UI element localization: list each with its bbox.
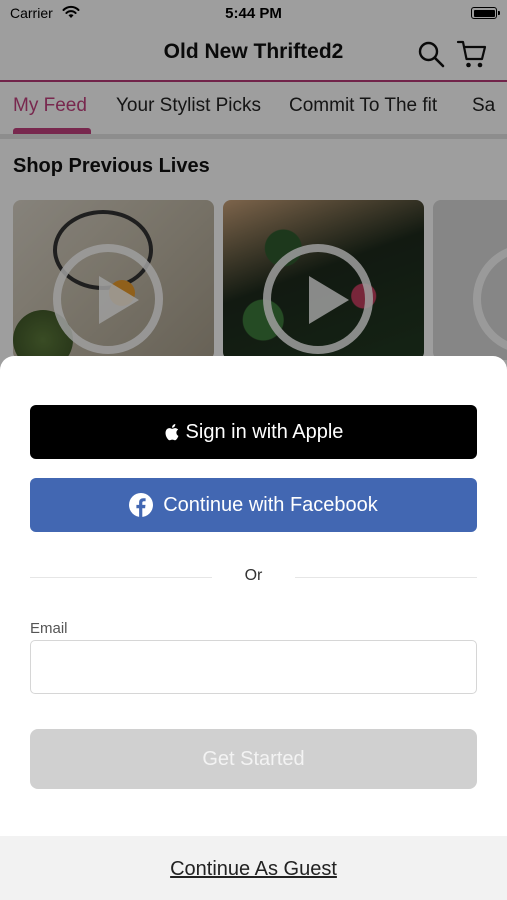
get-started-button[interactable]: Get Started: [30, 729, 477, 789]
divider-line: [295, 577, 477, 578]
apple-icon: [165, 424, 178, 441]
guest-bar: Continue As Guest: [0, 836, 507, 900]
or-divider: Or: [30, 567, 477, 587]
sign-in-with-apple-button[interactable]: Sign in with Apple: [30, 405, 477, 459]
continue-with-facebook-button[interactable]: Continue with Facebook: [30, 478, 477, 532]
continue-as-guest-link[interactable]: Continue As Guest: [0, 858, 507, 881]
email-input[interactable]: [30, 640, 477, 694]
login-sheet: Sign in with Apple Continue with Faceboo…: [0, 356, 507, 900]
email-label: Email: [30, 620, 68, 637]
facebook-button-label: Continue with Facebook: [163, 493, 378, 516]
facebook-icon: [129, 493, 154, 517]
apple-button-label: Sign in with Apple: [185, 420, 344, 443]
or-label: Or: [244, 567, 263, 584]
